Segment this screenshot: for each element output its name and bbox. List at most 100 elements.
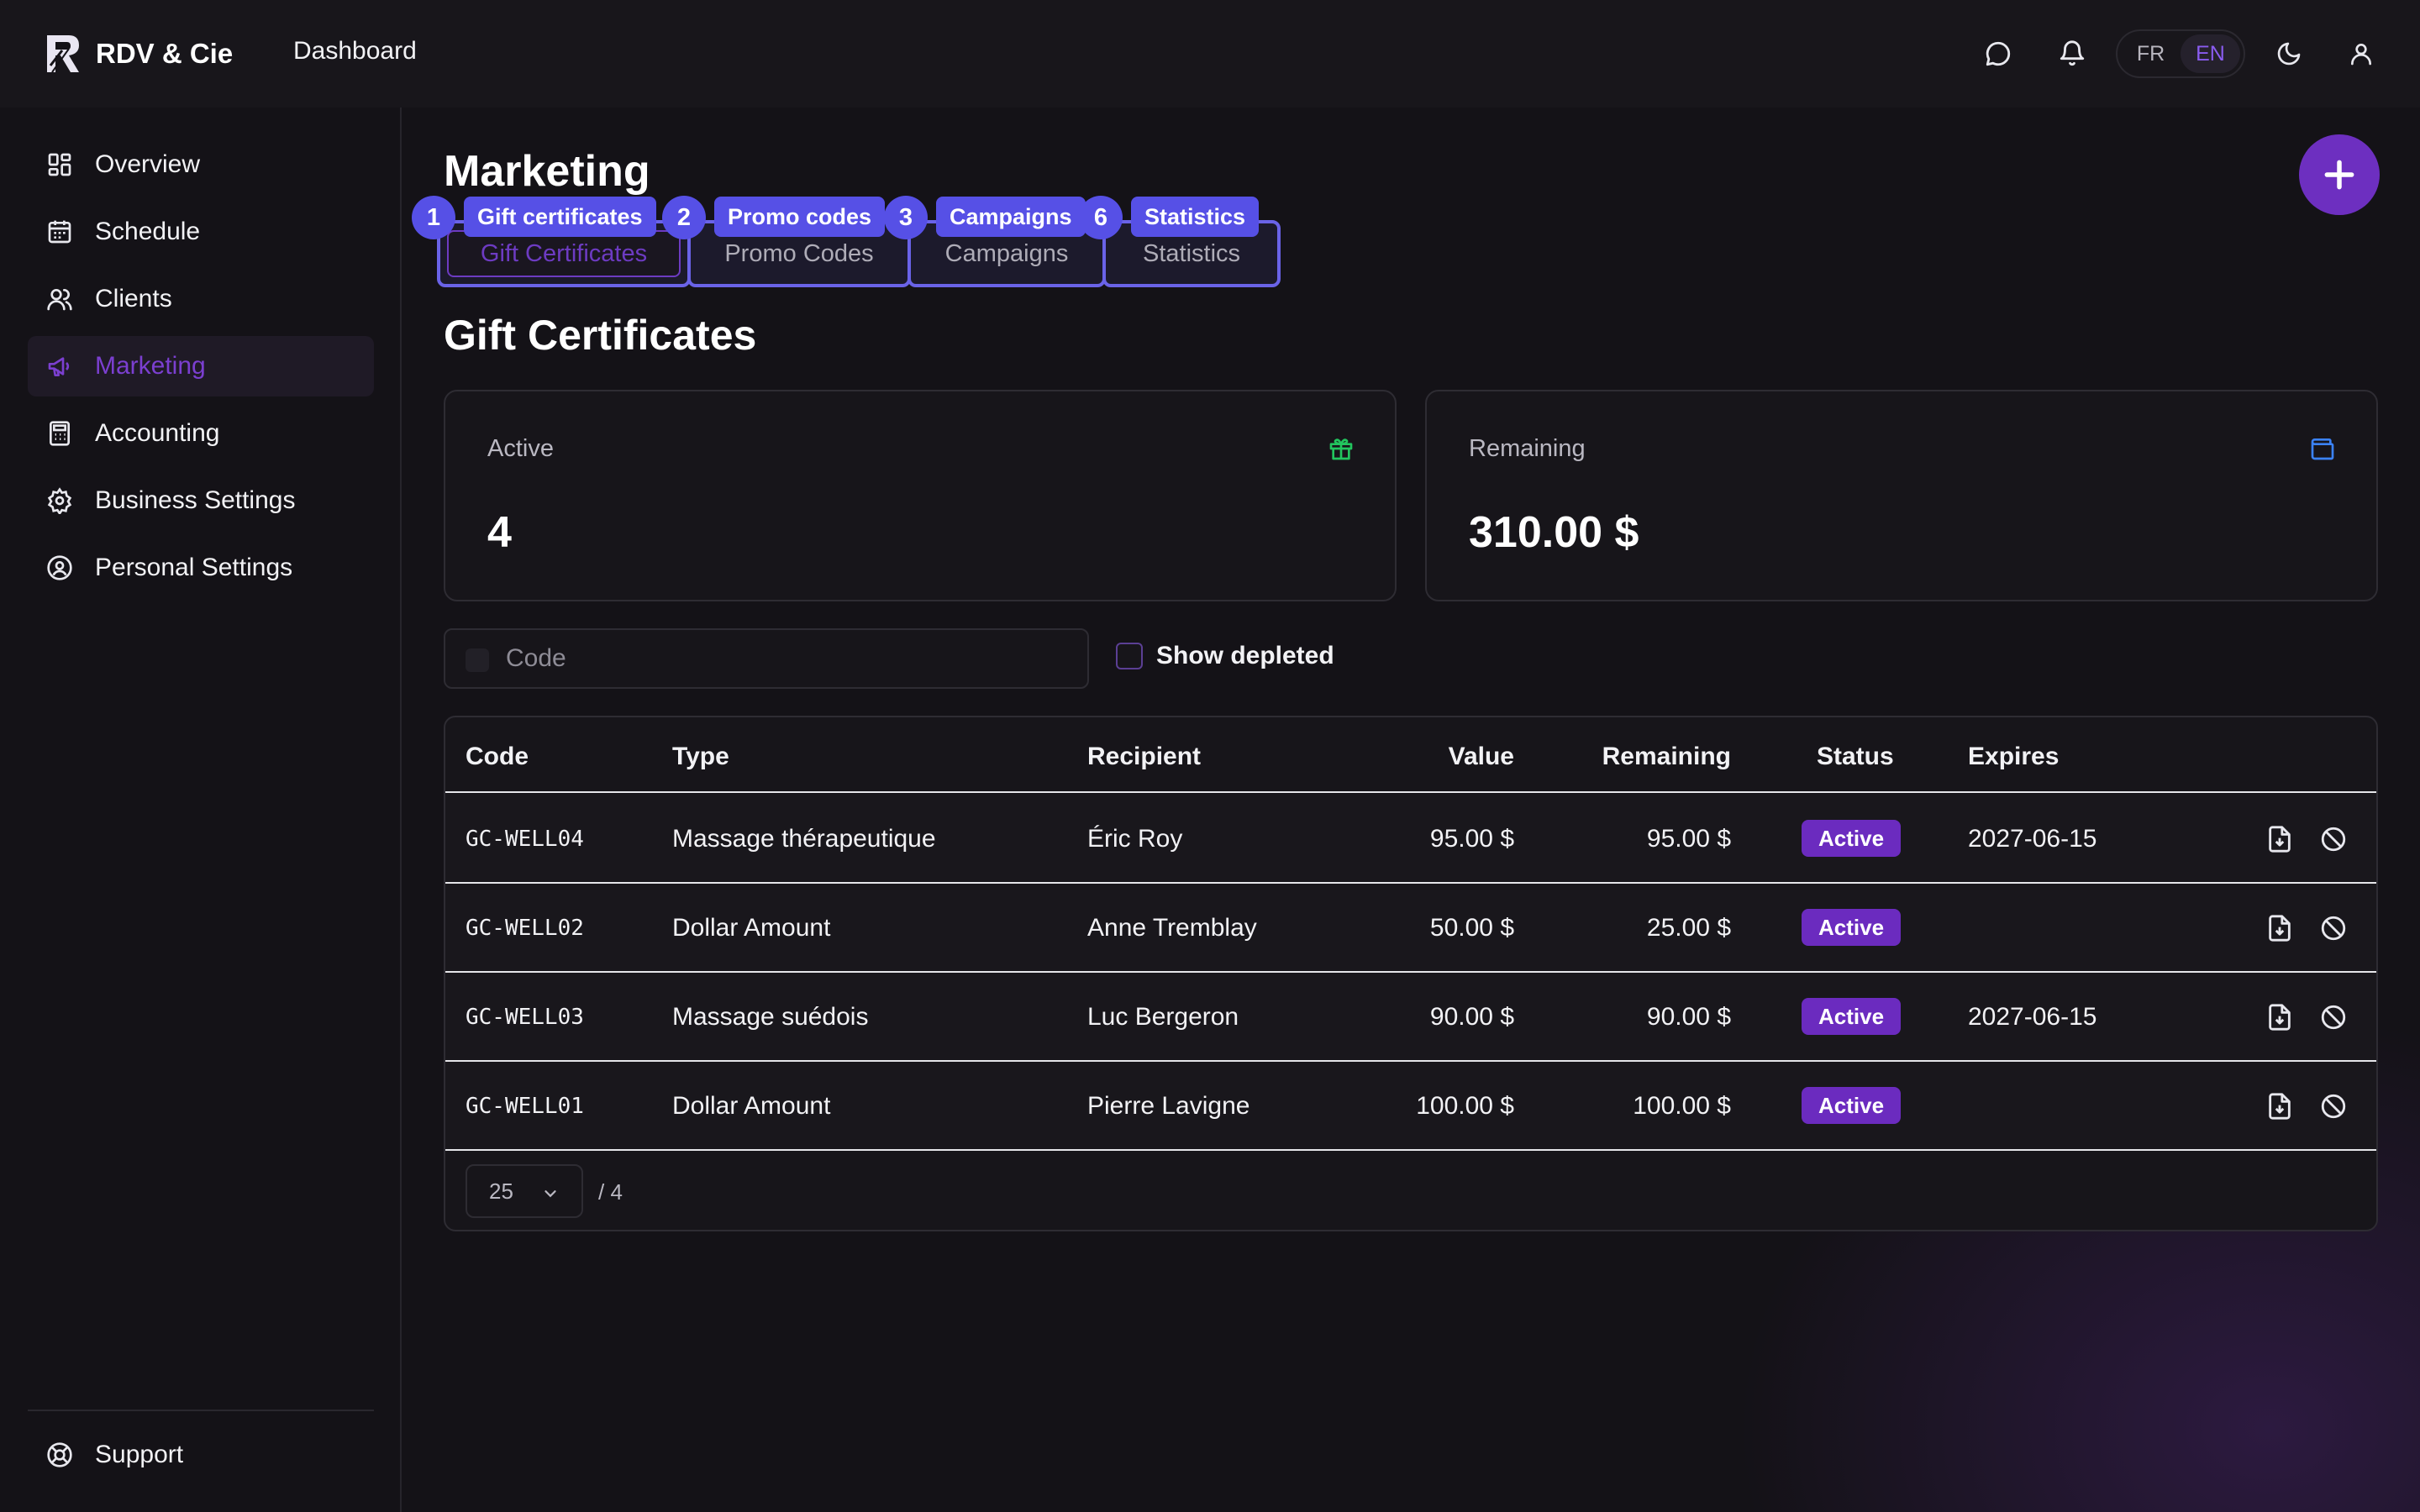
cell-recipient: Anne Tremblay [1087, 914, 1257, 942]
cell-value: 100.00 $ [1416, 1092, 1514, 1120]
calendar-icon [48, 220, 71, 244]
tab-number-badge: 1 [412, 196, 455, 239]
cell-recipient: Éric Roy [1087, 825, 1183, 853]
sidebar-item-label: Schedule [95, 218, 201, 245]
add-button[interactable] [2299, 134, 2380, 215]
search-icon [466, 648, 489, 672]
sidebar-item-accounting[interactable]: Accounting [28, 403, 374, 464]
tab-name-badge: Campaigns [936, 197, 1086, 237]
sidebar: Overview Schedule Clients Marketing Acco… [0, 108, 402, 1512]
top-bar: RDV & Cie Dashboard FR EN [0, 0, 2420, 108]
show-depleted-toggle[interactable]: Show depleted [1116, 642, 1334, 670]
total-count: / 4 [598, 1179, 623, 1205]
cell-value: 50.00 $ [1429, 914, 1514, 942]
table-row[interactable]: GC-WELL01 Dollar Amount Pierre Lavigne 1… [445, 1062, 2376, 1151]
brand[interactable]: RDV & Cie [44, 32, 233, 76]
show-depleted-checkbox[interactable] [1116, 643, 1143, 669]
card-label: Remaining [1469, 435, 1586, 462]
sidebar-item-personal-settings[interactable]: Personal Settings [28, 538, 374, 598]
table-header: Code Type Recipient Value Remaining Stat… [445, 717, 2376, 793]
tab-number-badge: 3 [884, 196, 928, 239]
language-switch[interactable]: FR EN [2116, 29, 2245, 78]
col-expires[interactable]: Expires [1968, 743, 2059, 771]
table-row[interactable]: GC-WELL04 Massage thérapeutique Éric Roy… [445, 795, 2376, 884]
status-badge: Active [1802, 820, 1902, 857]
download-file-icon[interactable] [2265, 1003, 2294, 1032]
sidebar-item-marketing[interactable]: Marketing [28, 336, 374, 396]
table-row[interactable]: GC-WELL02 Dollar Amount Anne Tremblay 50… [445, 884, 2376, 973]
tab-label: Campaigns [944, 239, 1069, 267]
download-file-icon[interactable] [2265, 914, 2294, 942]
section-title: Gift Certificates [444, 312, 757, 359]
table-row[interactable]: GC-WELL03 Massage suédois Luc Bergeron 9… [445, 973, 2376, 1062]
gift-certificates-table: Code Type Recipient Value Remaining Stat… [444, 716, 2378, 1231]
col-value[interactable]: Value [1449, 743, 1514, 771]
tab-label: Statistics [1142, 239, 1241, 267]
col-remaining[interactable]: Remaining [1602, 743, 1731, 771]
dashboard-link[interactable]: Dashboard [293, 37, 417, 66]
cell-expires: 2027-06-15 [1968, 1003, 2097, 1031]
ban-icon[interactable] [2319, 1092, 2348, 1121]
sidebar-item-clients[interactable]: Clients [28, 269, 374, 329]
sidebar-item-label: Business Settings [95, 486, 296, 514]
ban-icon[interactable] [2319, 914, 2348, 942]
cell-recipient: Luc Bergeron [1087, 1003, 1239, 1031]
code-search [444, 628, 1089, 689]
lang-en[interactable]: EN [2181, 34, 2240, 73]
calculator-icon [50, 421, 70, 446]
card-label: Active [487, 435, 554, 462]
moon-icon[interactable] [2272, 37, 2306, 71]
sidebar-item-label: Marketing [95, 352, 206, 380]
cell-recipient: Pierre Lavigne [1087, 1092, 1250, 1120]
col-code[interactable]: Code [466, 743, 529, 771]
bell-icon[interactable] [2055, 37, 2089, 71]
col-type[interactable]: Type [672, 743, 729, 771]
cell-remaining: 90.00 $ [1646, 1003, 1731, 1031]
sidebar-item-support[interactable]: Support [28, 1425, 374, 1485]
page-size-select[interactable]: 25 [466, 1164, 583, 1218]
tab-label: Gift Certificates [447, 230, 681, 277]
megaphone-icon [48, 357, 70, 376]
col-status[interactable]: Status [1817, 743, 1894, 771]
chevron-down-icon [544, 1190, 556, 1198]
chat-icon[interactable] [1981, 37, 2015, 71]
user-icon[interactable] [2344, 37, 2378, 71]
card-value: 310.00 $ [1469, 508, 1639, 557]
gear-icon [47, 487, 72, 514]
cell-code: GC-WELL04 [466, 827, 584, 852]
remaining-card: Remaining 310.00 $ [1425, 390, 2378, 601]
download-file-icon[interactable] [2265, 825, 2294, 853]
page-title: Marketing [444, 147, 650, 196]
cell-code: GC-WELL01 [466, 1094, 584, 1119]
cell-code: GC-WELL03 [466, 1005, 584, 1030]
code-search-input[interactable] [506, 630, 1077, 687]
cell-remaining: 100.00 $ [1633, 1092, 1731, 1120]
sidebar-item-label: Clients [95, 285, 172, 312]
cell-remaining: 95.00 $ [1646, 825, 1731, 853]
tab-label: Promo Codes [724, 239, 874, 267]
cell-code: GC-WELL02 [466, 916, 584, 941]
cell-type: Massage suédois [672, 1003, 869, 1031]
col-recipient[interactable]: Recipient [1087, 743, 1201, 771]
sidebar-item-label: Overview [95, 150, 201, 178]
lang-fr[interactable]: FR [2121, 34, 2181, 73]
download-file-icon[interactable] [2265, 1092, 2294, 1121]
sidebar-item-overview[interactable]: Overview [28, 134, 374, 195]
page-size-value: 25 [489, 1178, 513, 1204]
ban-icon[interactable] [2319, 1003, 2348, 1032]
cell-expires: 2027-06-15 [1968, 825, 2097, 853]
cell-remaining: 25.00 $ [1646, 914, 1731, 942]
user-circle-icon [47, 555, 72, 580]
logo-icon [47, 35, 79, 73]
gift-icon [1329, 438, 1353, 460]
users-icon [47, 289, 72, 311]
ban-icon[interactable] [2319, 825, 2348, 853]
show-depleted-label: Show depleted [1156, 642, 1334, 669]
grid-icon [48, 153, 71, 176]
status-badge: Active [1802, 1087, 1902, 1124]
sidebar-item-label: Personal Settings [95, 554, 293, 581]
sidebar-item-schedule[interactable]: Schedule [28, 202, 374, 262]
sidebar-item-business-settings[interactable]: Business Settings [28, 470, 374, 531]
tab-name-badge: Promo codes [714, 197, 886, 237]
cell-value: 90.00 $ [1429, 1003, 1514, 1031]
